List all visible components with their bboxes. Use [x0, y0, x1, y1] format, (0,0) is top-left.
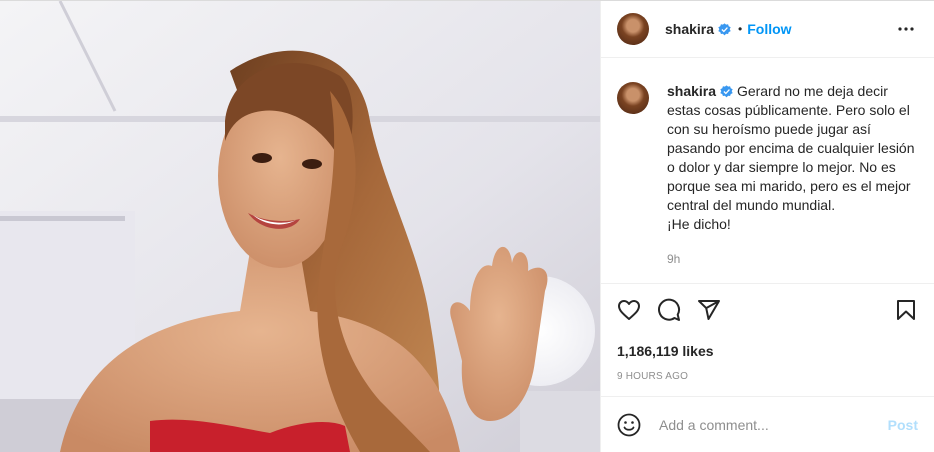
comment-composer: Post	[601, 396, 934, 452]
follow-button[interactable]: Follow	[747, 21, 791, 37]
post-header: shakira • Follow	[601, 1, 934, 58]
instagram-post: shakira • Follow shakira Gerard no me de…	[0, 0, 934, 452]
author-avatar[interactable]	[617, 13, 649, 45]
caption-text: Gerard no me deja decir estas cosas públ…	[667, 83, 915, 232]
caption: shakira Gerard no me deja decir estas co…	[617, 82, 918, 269]
author-username[interactable]: shakira	[665, 21, 714, 37]
action-icons-row	[617, 294, 918, 326]
verified-badge-icon	[720, 85, 733, 98]
likes-count[interactable]: 1,186,119 likes	[617, 343, 918, 359]
post-comment-button[interactable]: Post	[888, 417, 918, 433]
caption-username[interactable]: shakira	[667, 83, 716, 99]
post-age[interactable]: 9 HOURS AGO	[617, 371, 918, 382]
caption-body: shakira Gerard no me deja decir estas co…	[667, 82, 918, 269]
separator-dot: •	[738, 22, 743, 36]
comment-icon[interactable]	[657, 298, 681, 322]
more-options-icon	[898, 27, 914, 31]
share-icon[interactable]	[697, 298, 721, 322]
bookmark-icon[interactable]	[894, 298, 918, 322]
comment-input[interactable]	[657, 415, 888, 434]
emoji-icon[interactable]	[617, 413, 641, 437]
caption-avatar[interactable]	[617, 82, 649, 114]
heart-icon[interactable]	[617, 298, 641, 322]
comments-area[interactable]: shakira Gerard no me deja decir estas co…	[601, 58, 934, 283]
post-photo[interactable]	[0, 1, 600, 452]
post-side-panel: shakira • Follow shakira Gerard no me de…	[600, 1, 934, 452]
caption-timestamp: 9h	[667, 252, 681, 266]
verified-badge-icon	[718, 22, 731, 35]
post-actions: 1,186,119 likes 9 HOURS AGO	[601, 283, 934, 396]
more-options-button[interactable]	[894, 17, 918, 41]
photo-illustration	[0, 1, 600, 452]
